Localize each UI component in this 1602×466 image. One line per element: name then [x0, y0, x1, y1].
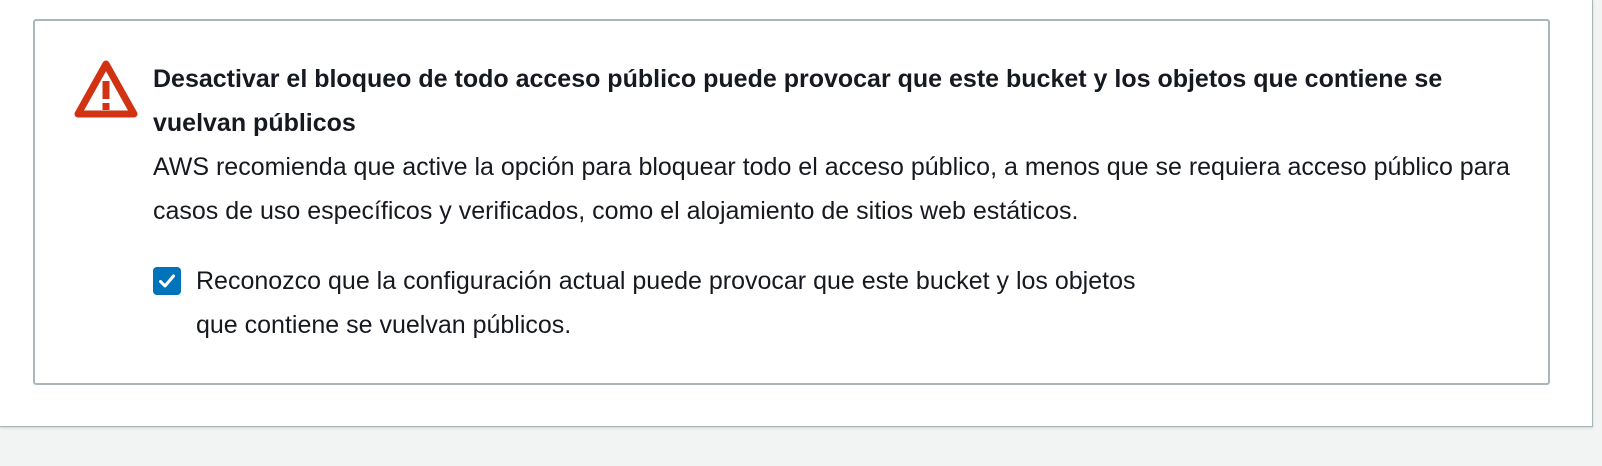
warning-icon [73, 58, 139, 122]
settings-panel: Desactivar el bloqueo de todo acceso púb… [0, 0, 1593, 427]
alert-content: Desactivar el bloqueo de todo acceso púb… [153, 57, 1533, 233]
alert-message: AWS recomienda que active la opción para… [153, 153, 1510, 225]
acknowledge-label: Reconozco que la configuración actual pu… [196, 267, 1136, 339]
acknowledge-checkbox[interactable] [153, 267, 181, 295]
alert-title: Desactivar el bloqueo de todo acceso púb… [153, 65, 1443, 137]
public-access-warning-alert: Desactivar el bloqueo de todo acceso púb… [33, 19, 1550, 385]
acknowledge-checkbox-row[interactable]: Reconozco que la configuración actual pu… [153, 259, 1176, 347]
checkmark-icon [159, 274, 175, 288]
